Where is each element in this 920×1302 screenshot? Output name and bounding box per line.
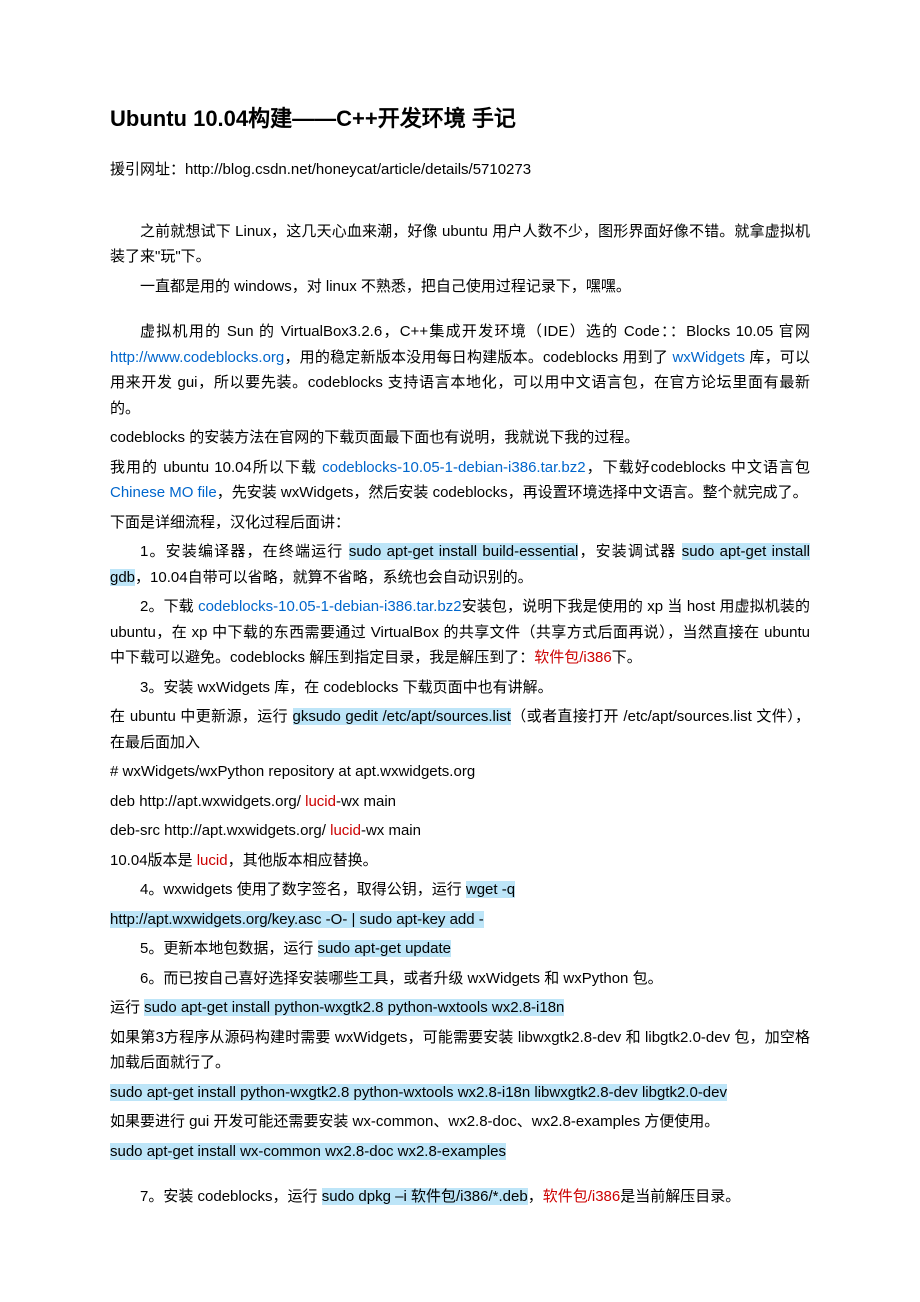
step-6-cmd2: sudo apt-get install python-wxgtk2.8 pyt… <box>110 1080 810 1106</box>
cmd-install-wx-dev: sudo apt-get install python-wxgtk2.8 pyt… <box>110 1084 727 1101</box>
env-line3: codeblocks 的安装方法在官网的下载页面最下面也有说明，我就说下我的过程… <box>110 425 810 451</box>
page-title: Ubuntu 10.04构建——C++开发环境 手记 <box>110 100 810 137</box>
cmd-build-essential: sudo apt-get install build-essential <box>349 543 578 560</box>
step-4: 4。wxwidgets 使用了数字签名，取得公钥，运行 wget -q <box>110 877 810 903</box>
step-6-note1: 如果第3方程序从源码构建时需要 wxWidgets，可能需要安装 libwxgt… <box>110 1025 810 1076</box>
step-6-run: 运行 sudo apt-get install python-wxgtk2.8 … <box>110 995 810 1021</box>
cmd-install-wx-common: sudo apt-get install wx-common wx2.8-doc… <box>110 1143 506 1160</box>
step-6-cmd3: sudo apt-get install wx-common wx2.8-doc… <box>110 1139 810 1165</box>
codeblocks-tar-link2[interactable]: codeblocks-10.05-1-debian-i386.tar.bz2 <box>198 598 462 615</box>
cmd-wget-cont: http://apt.wxwidgets.org/key.asc -O- | s… <box>110 911 484 928</box>
repo-deb-src: deb-src http://apt.wxwidgets.org/ lucid-… <box>110 818 810 844</box>
source-prefix: 援引网址： <box>110 161 185 178</box>
cmd-install-wx: sudo apt-get install python-wxgtk2.8 pyt… <box>144 999 564 1016</box>
intro-p2: 一直都是用的 windows，对 linux 不熟悉，把自己使用过程记录下，嘿嘿… <box>110 274 810 300</box>
source-line: 援引网址：http://blog.csdn.net/honeycat/artic… <box>110 157 810 183</box>
step-2: 2。下载 codeblocks-10.05-1-debian-i386.tar.… <box>110 594 810 671</box>
step-4-cont: http://apt.wxwidgets.org/key.asc -O- | s… <box>110 907 810 933</box>
wxwidgets-link[interactable]: wxWidgets <box>672 349 745 366</box>
cmd-wget: wget -q <box>466 881 515 898</box>
cmd-apt-update: sudo apt-get update <box>318 940 451 957</box>
cmd-dpkg: sudo dpkg –i 软件包/i386/*.deb <box>322 1188 528 1205</box>
codeblocks-tar-link[interactable]: codeblocks-10.05-1-debian-i386.tar.bz2 <box>322 459 586 476</box>
repo-deb: deb http://apt.wxwidgets.org/ lucid-wx m… <box>110 789 810 815</box>
step-5: 5。更新本地包数据，运行 sudo apt-get update <box>110 936 810 962</box>
intro-p1: 之前就想试下 Linux，这几天心血来潮，好像 ubuntu 用户人数不少，图形… <box>110 219 810 270</box>
step-3-run: 在 ubuntu 中更新源，运行 gksudo gedit /etc/apt/s… <box>110 704 810 755</box>
source-url: http://blog.csdn.net/honeycat/article/de… <box>185 161 531 178</box>
step-6-note2: 如果要进行 gui 开发可能还需要安装 wx-common、wx2.8-doc、… <box>110 1109 810 1135</box>
chinese-mo-link[interactable]: Chinese MO file <box>110 484 217 501</box>
cmd-gksudo-gedit: gksudo gedit /etc/apt/sources.list <box>293 708 511 725</box>
path-i386: 软件包/i386 <box>534 649 612 666</box>
step-7: 7。安装 codeblocks，运行 sudo dpkg –i 软件包/i386… <box>110 1184 810 1210</box>
repo-comment: # wxWidgets/wxPython repository at apt.w… <box>110 759 810 785</box>
step-3: 3。安装 wxWidgets 库，在 codeblocks 下载页面中也有讲解。 <box>110 675 810 701</box>
step-6: 6。而已按自己喜好选择安装哪些工具，或者升级 wxWidgets 和 wxPyt… <box>110 966 810 992</box>
env-line5: 下面是详细流程，汉化过程后面讲： <box>110 510 810 536</box>
codeblocks-link[interactable]: http://www.codeblocks.org <box>110 349 284 366</box>
env-line4: 我用的 ubuntu 10.04所以下载 codeblocks-10.05-1-… <box>110 455 810 506</box>
step-1: 1。安装编译器，在终端运行 sudo apt-get install build… <box>110 539 810 590</box>
env-line1: 虚拟机用的 Sun 的 VirtualBox3.2.6，C++集成开发环境（ID… <box>110 319 810 421</box>
lucid-note: 10.04版本是 lucid，其他版本相应替换。 <box>110 848 810 874</box>
path-i386-2: 软件包/i386 <box>543 1188 621 1205</box>
